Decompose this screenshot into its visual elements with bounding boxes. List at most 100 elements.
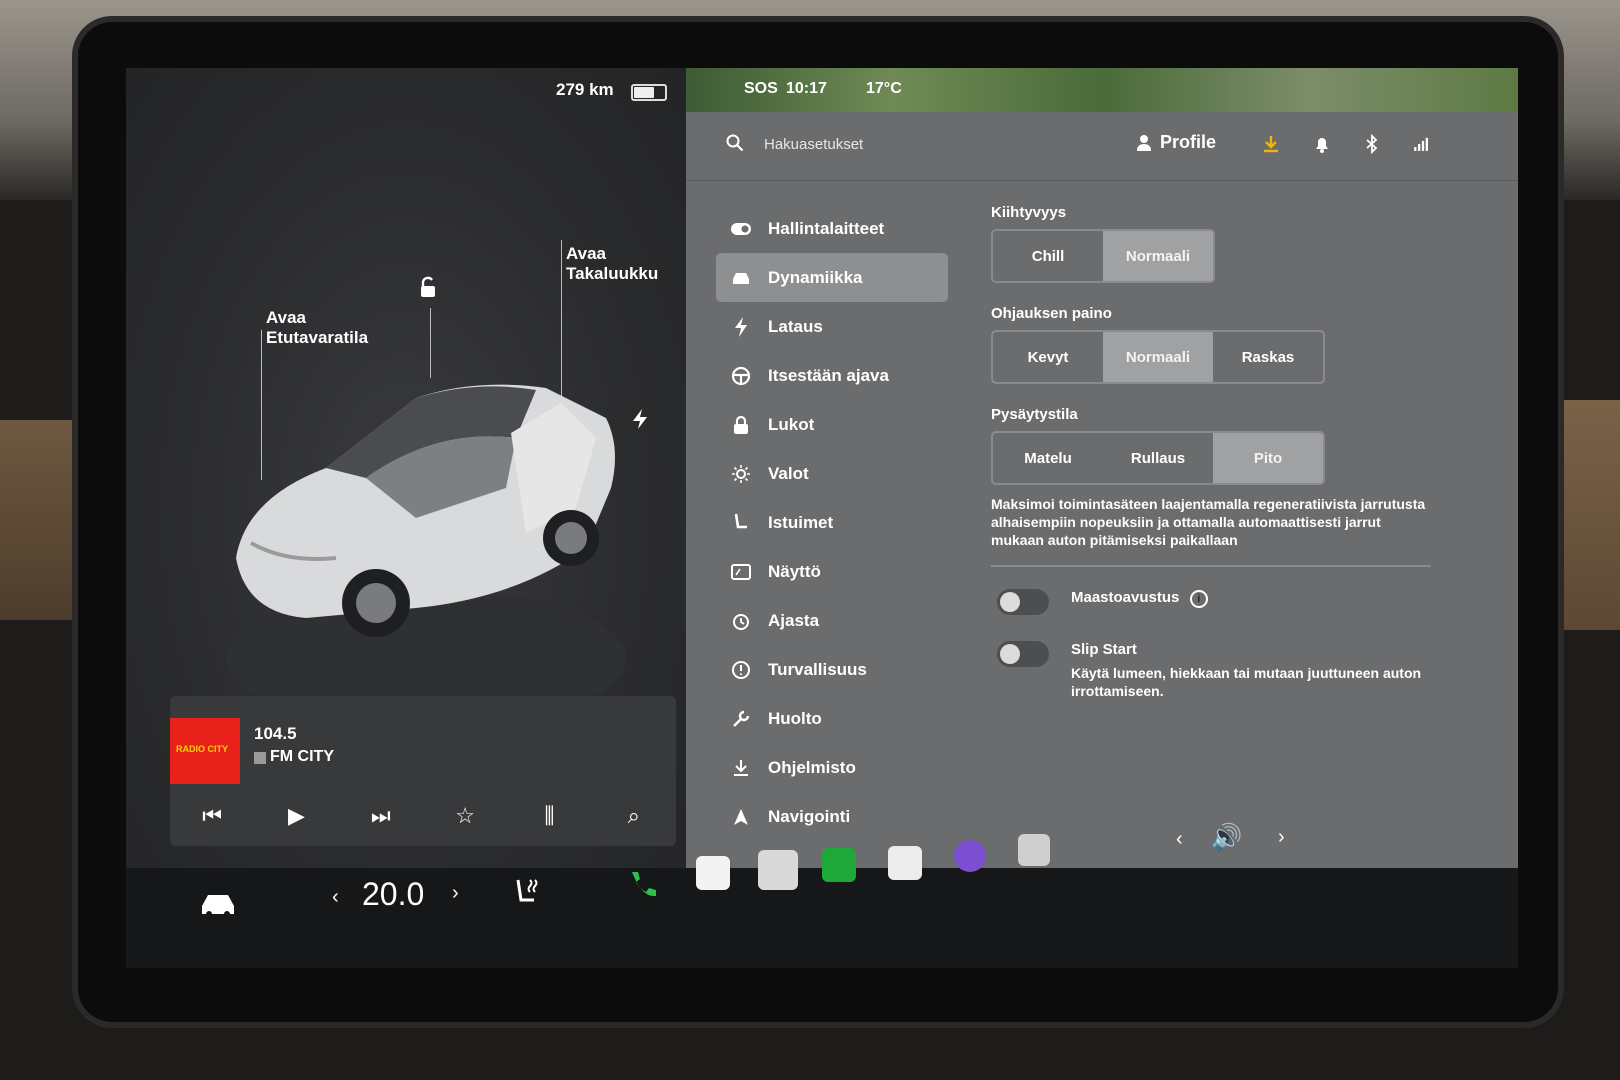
stopping-option-pito[interactable]: Pito [1213, 433, 1323, 483]
acceleration-option-chill[interactable]: Chill [993, 231, 1103, 281]
alert-icon [730, 660, 752, 680]
section-divider [991, 565, 1431, 567]
nav-item-label: Navigointi [768, 806, 851, 826]
nav-item-hallintalaitteet[interactable]: Hallintalaitteet [716, 204, 956, 253]
slip-start-toggle[interactable] [997, 641, 1049, 667]
map-strip[interactable]: SOS 10:17 17°C [686, 68, 1518, 112]
manual-app-icon[interactable] [888, 846, 922, 880]
steering-title: Ohjauksen paino [991, 305, 1112, 322]
nav-item-huolto[interactable]: Huolto [716, 694, 956, 743]
steering-wheel-icon [730, 366, 752, 386]
nav-item-lukot[interactable]: Lukot [716, 400, 956, 449]
bottom-bar: ‹ 20.0 › ‹ 🔊 › [126, 822, 1518, 968]
nav-item-ohjelmisto[interactable]: Ohjelmisto [716, 743, 956, 792]
download-icon[interactable] [1261, 134, 1281, 154]
nav-item-itsestaan-ajava[interactable]: Itsestään ajava [716, 351, 956, 400]
wrench-icon [730, 709, 752, 729]
play-icon[interactable]: ▶ [276, 803, 316, 829]
sun-icon [730, 464, 752, 484]
media-search-icon[interactable]: ⌕ [614, 803, 654, 829]
stopping-mode-description: Maksimoi toimintasäteen laajentamalla re… [991, 496, 1426, 548]
battery-icon [631, 84, 667, 101]
acceleration-option-normaali[interactable]: Normaali [1103, 231, 1213, 281]
acceleration-selector: Chill Normaali [991, 229, 1215, 283]
album-art: RADIO CITY [170, 718, 240, 784]
nav-item-label: Turvallisuus [768, 659, 867, 679]
nav-item-istuimet[interactable]: Istuimet [716, 498, 956, 547]
nav-item-turvallisuus[interactable]: Turvallisuus [716, 645, 956, 694]
favorite-star-icon[interactable]: ☆ [445, 803, 485, 829]
search-icon [726, 134, 744, 152]
next-track-icon[interactable]: ⏭ [361, 803, 401, 829]
phone-icon[interactable] [626, 868, 660, 902]
nav-item-lataus[interactable]: Lataus [716, 302, 956, 351]
bell-icon[interactable] [1312, 134, 1332, 154]
theater-app-icon[interactable] [1018, 834, 1050, 866]
profile-button[interactable]: Profile [1136, 132, 1216, 153]
acceleration-title: Kiihtyvyys [991, 204, 1067, 221]
settings-search-bar[interactable]: Hakuasetukset Profile [686, 112, 1518, 181]
display-icon [730, 562, 752, 582]
range-readout: 279 km [556, 80, 614, 99]
outside-temperature: 17°C [866, 80, 902, 97]
dynamics-settings: Kiihtyvyys Chill Normaali Ohjauksen pain… [991, 204, 1491, 726]
trunk-open-button[interactable]: Avaa Takaluukku [566, 244, 658, 284]
unlock-icon[interactable] [416, 276, 438, 298]
person-icon [1137, 134, 1151, 151]
steering-selector: Kevyt Normaali Raskas [991, 330, 1325, 384]
equalizer-icon[interactable]: ⫼ [529, 803, 569, 829]
bluetooth-icon[interactable] [1362, 134, 1382, 154]
station-name: FM CITY [270, 748, 334, 765]
media-player[interactable]: RADIO CITY 104.5 FM CITY ⏮ ▶ ⏭ ☆ ⫼ ⌕ [170, 696, 676, 846]
camera-app-icon[interactable] [954, 840, 986, 872]
stopping-option-matelu[interactable]: Matelu [993, 433, 1103, 483]
nav-item-ajasta[interactable]: Ajasta [716, 596, 956, 645]
vehicle-panel: 279 km Avaa Etutavaratila Avaa Takaluukk… [126, 68, 686, 868]
info-icon[interactable]: i [1189, 590, 1208, 608]
nav-item-label: Valot [768, 463, 809, 483]
stopping-mode-title: Pysäytystila [991, 406, 1078, 423]
stopping-option-rullaus[interactable]: Rullaus [1103, 433, 1213, 483]
car-icon[interactable] [198, 890, 238, 918]
steering-option-normaali[interactable]: Normaali [1103, 332, 1213, 382]
dashboard-wood-left [0, 420, 90, 620]
slip-start-description: Käytä lumeen, hiekkaan tai mutaan juuttu… [1071, 665, 1422, 699]
settings-nav: Hallintalaitteet Dynamiikka Lataus Itses… [716, 204, 956, 841]
offroad-assist-row: Maastoavustus i [991, 589, 1491, 615]
cabin-temperature[interactable]: 20.0 [362, 876, 424, 913]
nav-item-navigointi[interactable]: Navigointi [716, 792, 956, 841]
nav-item-valot[interactable]: Valot [716, 449, 956, 498]
seat-heater-icon[interactable] [512, 876, 544, 908]
nav-item-naytto[interactable]: Näyttö [716, 547, 956, 596]
car-3d-illustration [226, 384, 626, 728]
offroad-assist-toggle[interactable] [997, 589, 1049, 615]
sos-label: SOS [744, 80, 778, 97]
lte-signal-icon [1414, 137, 1428, 151]
navigation-icon [730, 807, 752, 827]
download-icon [730, 758, 752, 778]
lock-icon [730, 415, 752, 435]
apps-launcher-icon[interactable] [758, 850, 798, 890]
media-controls: ⏮ ▶ ⏭ ☆ ⫼ ⌕ [170, 788, 676, 844]
frunk-open-button[interactable]: Avaa Etutavaratila [266, 308, 368, 348]
nav-item-label: Ohjelmisto [768, 757, 856, 777]
nav-item-label: Ajasta [768, 610, 820, 630]
nav-item-label: Istuimet [768, 512, 834, 532]
volume-up-chevron-icon[interactable]: › [1278, 826, 1285, 849]
steering-option-kevyt[interactable]: Kevyt [993, 332, 1103, 382]
temp-down-chevron-icon[interactable]: ‹ [332, 886, 339, 909]
nav-item-label: Hallintalaitteet [768, 218, 885, 238]
nav-item-label: Lukot [768, 414, 815, 434]
nav-item-label: Lataus [768, 316, 823, 336]
calendar-app-icon[interactable] [696, 856, 730, 890]
offroad-assist-label: Maastoavustus [1071, 589, 1180, 606]
temp-up-chevron-icon[interactable]: › [452, 882, 459, 905]
touchscreen: 279 km Avaa Etutavaratila Avaa Takaluukk… [126, 68, 1518, 968]
volume-icon[interactable]: 🔊 [1210, 822, 1242, 853]
energy-app-icon[interactable] [822, 848, 856, 882]
previous-track-icon[interactable]: ⏮ [192, 803, 232, 829]
volume-down-chevron-icon[interactable]: ‹ [1176, 828, 1183, 851]
clock: 10:17 [786, 80, 827, 97]
steering-option-raskas[interactable]: Raskas [1213, 332, 1323, 382]
nav-item-dynamiikka[interactable]: Dynamiikka [716, 253, 948, 302]
